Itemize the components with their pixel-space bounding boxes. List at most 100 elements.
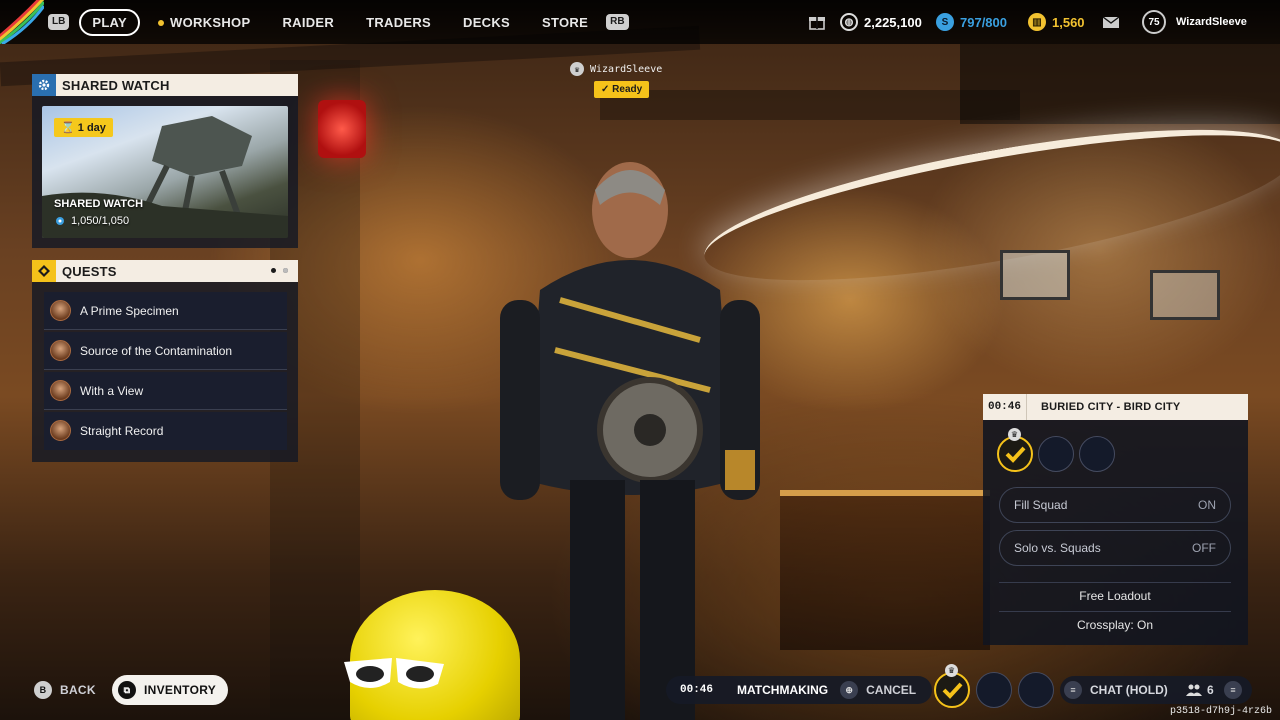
shared-watch-title: SHARED WATCH	[62, 77, 170, 93]
coins-value: 2,225,100	[864, 14, 922, 30]
b-key-icon: B	[34, 681, 52, 699]
lobby-player-tag: ♛ WizardSleeve	[570, 62, 662, 76]
mail-button[interactable]	[1102, 10, 1120, 34]
inventory-button[interactable]: ⧉ INVENTORY	[112, 675, 229, 705]
quest-item[interactable]: A Prime Specimen	[44, 292, 287, 330]
ready-badge: ✓ Ready	[594, 81, 650, 98]
top-nav-bar: LB PLAY WORKSHOP RAIDER TRADERS DECKS ST…	[0, 0, 1280, 44]
shared-watch-card[interactable]: ⌛ 1 day SHARED WATCH 1,050/1,050	[42, 106, 288, 238]
party-count: 6	[1207, 683, 1214, 697]
page-dot-2[interactable]	[283, 268, 288, 273]
ready-label: Ready	[612, 84, 643, 95]
solo-vs-squads-value: OFF	[1192, 541, 1216, 555]
bottom-squad-slot-filled[interactable]	[934, 672, 970, 708]
build-id: p3518-d7h9j-4rz6b	[1169, 706, 1272, 717]
squad-slot-filled[interactable]	[997, 436, 1033, 472]
ring-light	[695, 98, 1280, 312]
player-profile[interactable]: 75 WizardSleeve	[1142, 10, 1247, 34]
crown-icon: ♛	[1008, 428, 1021, 441]
quests-header: QUESTS	[32, 260, 298, 282]
checkmark-icon	[1005, 446, 1026, 463]
crossplay-info: Crossplay: On	[1076, 618, 1154, 632]
lb-key-hint[interactable]: LB	[48, 14, 70, 30]
sunglasses-icon	[344, 658, 444, 689]
card-progress: 1,050/1,050	[54, 215, 129, 227]
quest-giver-avatar	[50, 420, 71, 441]
options-icon[interactable]: ≡	[1224, 681, 1242, 699]
matchmaking-header: 00:46 BURIED CITY - BIRD CITY	[983, 394, 1248, 420]
gold-icon: ▥	[1028, 13, 1046, 31]
gift-icon	[809, 17, 825, 30]
quest-giver-avatar	[50, 340, 71, 361]
tab-play[interactable]: PLAY	[79, 8, 141, 36]
main-nav: LB PLAY WORKSHOP RAIDER TRADERS DECKS ST…	[48, 8, 629, 36]
player-name: WizardSleeve	[1176, 16, 1247, 28]
quest-item[interactable]: With a View	[44, 372, 287, 410]
brand-stripe-icon	[0, 0, 44, 44]
quest-label: With a View	[80, 383, 144, 398]
notification-dot-icon	[158, 20, 165, 27]
quest-item[interactable]: Straight Record	[44, 412, 287, 450]
solo-vs-squads-label: Solo vs. Squads	[1014, 541, 1101, 555]
coin-icon: ◍	[840, 13, 858, 31]
shared-watch-header: SHARED WATCH	[32, 74, 298, 96]
raider-character	[500, 162, 760, 720]
tab-traders[interactable]: TRADERS	[366, 15, 431, 30]
quest-item[interactable]: Source of the Contamination	[44, 332, 287, 370]
quest-label: A Prime Specimen	[80, 303, 179, 318]
party-button[interactable]: 6	[1186, 683, 1214, 697]
matchmaking-bar-timer: 00:46	[680, 684, 714, 696]
gold-counter: ▥ 1,560	[1028, 10, 1085, 34]
lobby-player-name: WizardSleeve	[590, 63, 663, 75]
card-progress-value: 1,050/1,050	[71, 215, 130, 227]
bottom-squad-slot-empty[interactable]	[1018, 672, 1054, 708]
time-remaining-value: 1 day	[77, 122, 106, 134]
token-icon: S	[936, 13, 954, 31]
fill-squad-label: Fill Squad	[1014, 498, 1068, 512]
solo-vs-squads-toggle[interactable]: Solo vs. Squads OFF	[999, 530, 1231, 566]
fill-squad-value: ON	[1198, 498, 1216, 512]
gift-button[interactable]	[808, 10, 826, 34]
tab-raider[interactable]: RAIDER	[282, 15, 334, 30]
chat-bar: ≡ CHAT (HOLD) 6 ≡	[1060, 676, 1252, 704]
quest-giver-avatar	[50, 300, 71, 321]
matchmaking-timer: 00:46	[983, 394, 1027, 420]
mail-icon	[1102, 16, 1120, 28]
page-dot-1[interactable]	[271, 268, 276, 273]
divider	[999, 611, 1231, 612]
crown-icon: ♛	[570, 62, 584, 76]
tab-workshop-label: WORKSHOP	[170, 14, 251, 30]
tab-store[interactable]: STORE	[542, 15, 588, 30]
fill-squad-toggle[interactable]: Fill Squad ON	[999, 487, 1231, 523]
cancel-label: CANCEL	[866, 683, 917, 697]
chat-button[interactable]: ≡ CHAT (HOLD)	[1064, 681, 1168, 699]
squad-slot-empty[interactable]	[1079, 436, 1115, 472]
quest-giver-avatar	[50, 380, 71, 401]
quest-diamond-icon	[32, 260, 56, 282]
gold-value: 1,560	[1052, 14, 1085, 30]
back-button[interactable]: B BACK	[34, 681, 96, 699]
crown-icon: ♛	[945, 664, 958, 677]
tab-decks[interactable]: DECKS	[463, 15, 510, 30]
loadout-info: Free Loadout	[1079, 589, 1151, 603]
chat-label: CHAT (HOLD)	[1090, 683, 1168, 697]
divider	[999, 582, 1231, 583]
matchmaking-status-bar: 00:46 MATCHMAKING ⊕ CANCEL	[666, 676, 932, 704]
quest-label: Source of the Contamination	[80, 343, 233, 358]
cancel-button[interactable]: ⊕ CANCEL	[840, 681, 916, 699]
inventory-label: INVENTORY	[144, 683, 217, 697]
bottom-squad-slot-empty[interactable]	[976, 672, 1012, 708]
tokens-value: 797/800	[960, 14, 1007, 30]
squad-slot-empty[interactable]	[1038, 436, 1074, 472]
quests-title: QUESTS	[62, 263, 117, 279]
rb-key-hint[interactable]: RB	[606, 14, 629, 30]
inventory-icon: ⧉	[118, 681, 136, 699]
back-label: BACK	[60, 683, 96, 697]
coins-counter: ◍ 2,225,100	[840, 10, 922, 34]
tab-workshop[interactable]: WORKSHOP	[158, 15, 250, 30]
card-title: SHARED WATCH	[54, 198, 144, 210]
cancel-key-icon: ⊕	[840, 681, 859, 699]
quest-label: Straight Record	[80, 424, 164, 438]
menu-key-icon: ≡	[1064, 681, 1082, 699]
party-icon	[1186, 684, 1202, 696]
